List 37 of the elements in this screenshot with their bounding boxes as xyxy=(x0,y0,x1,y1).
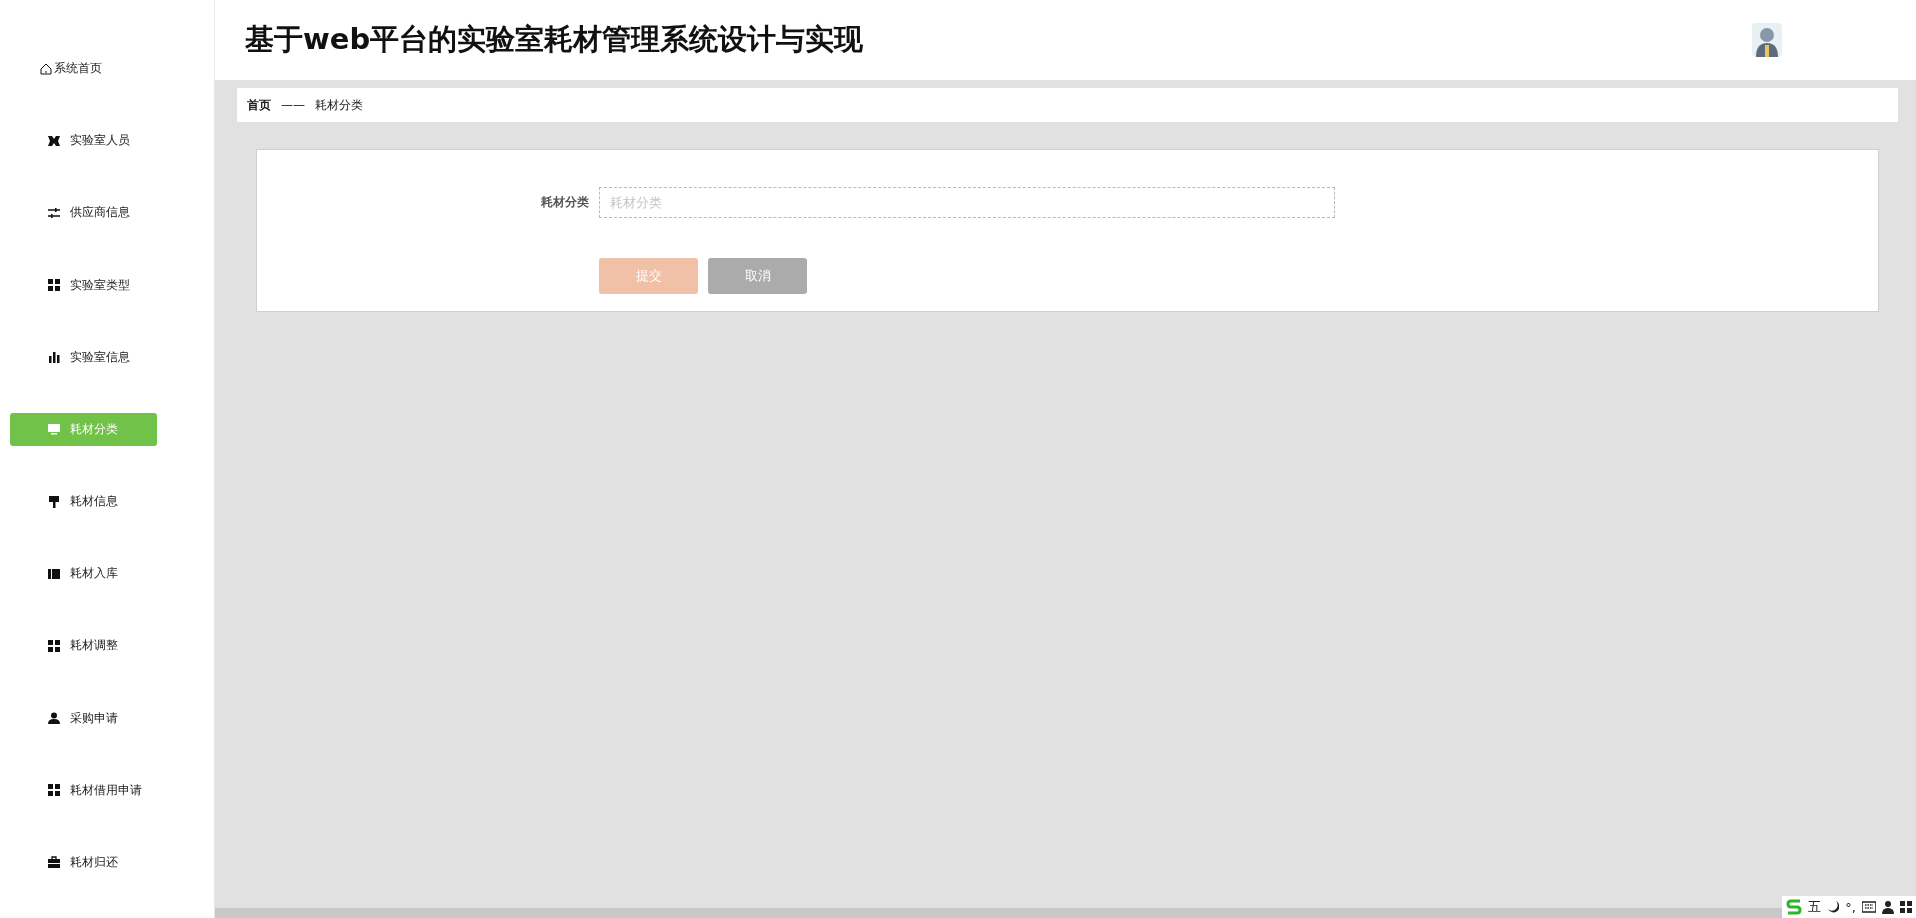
sidebar-item[interactable]: 系统首页 xyxy=(10,52,157,86)
sliders-icon xyxy=(48,206,60,219)
sidebar-item[interactable]: 采购申请 xyxy=(10,701,157,735)
book-icon xyxy=(48,567,60,580)
user-icon xyxy=(1882,900,1894,914)
sidebar-item[interactable]: 耗材借用申请 xyxy=(10,773,157,807)
grid-icon xyxy=(1900,900,1912,914)
page-title: 基于web平台的实验室耗材管理系统设计与实现 xyxy=(245,21,864,58)
monitor-icon xyxy=(48,423,60,436)
breadcrumb-current: 耗材分类 xyxy=(315,96,363,114)
s-logo-icon xyxy=(1786,898,1803,916)
grid-icon xyxy=(48,279,60,292)
paint-roller-icon xyxy=(48,495,60,508)
moon-icon xyxy=(1827,900,1840,914)
bowtie-icon xyxy=(48,134,60,147)
briefcase-icon xyxy=(48,856,60,869)
sidebar-item[interactable]: 耗材归还 xyxy=(10,845,157,880)
input-field[interactable]: 耗材分类 xyxy=(599,187,1335,218)
field-label: 耗材分类 xyxy=(540,194,590,211)
user-icon xyxy=(48,712,60,725)
grid-icon xyxy=(48,784,60,797)
home-icon xyxy=(40,62,52,75)
sidebar-item[interactable]: 实验室信息 xyxy=(10,340,157,374)
breadcrumb-link[interactable]: 首页 xyxy=(247,96,271,114)
sidebar-item[interactable]: 耗材调整 xyxy=(10,629,157,663)
sidebar-item[interactable]: 实验室类型 xyxy=(10,268,157,302)
keyboard-icon xyxy=(1862,900,1876,914)
sidebar-item[interactable]: 耗材信息 xyxy=(10,485,157,519)
avatar xyxy=(1752,23,1782,57)
punctuation-toggle[interactable]: °, xyxy=(1845,899,1856,915)
sidebar-item[interactable]: 实验室人员 xyxy=(10,124,157,158)
input-mode-toggle[interactable]: 五 xyxy=(1808,898,1822,916)
grid-icon xyxy=(48,639,60,652)
breadcrumb-separator: —— xyxy=(281,98,305,112)
sidebar-item[interactable]: 供应商信息 xyxy=(10,196,157,230)
sidebar-item[interactable]: 耗材入库 xyxy=(10,557,157,591)
bar-chart-icon xyxy=(48,351,60,364)
